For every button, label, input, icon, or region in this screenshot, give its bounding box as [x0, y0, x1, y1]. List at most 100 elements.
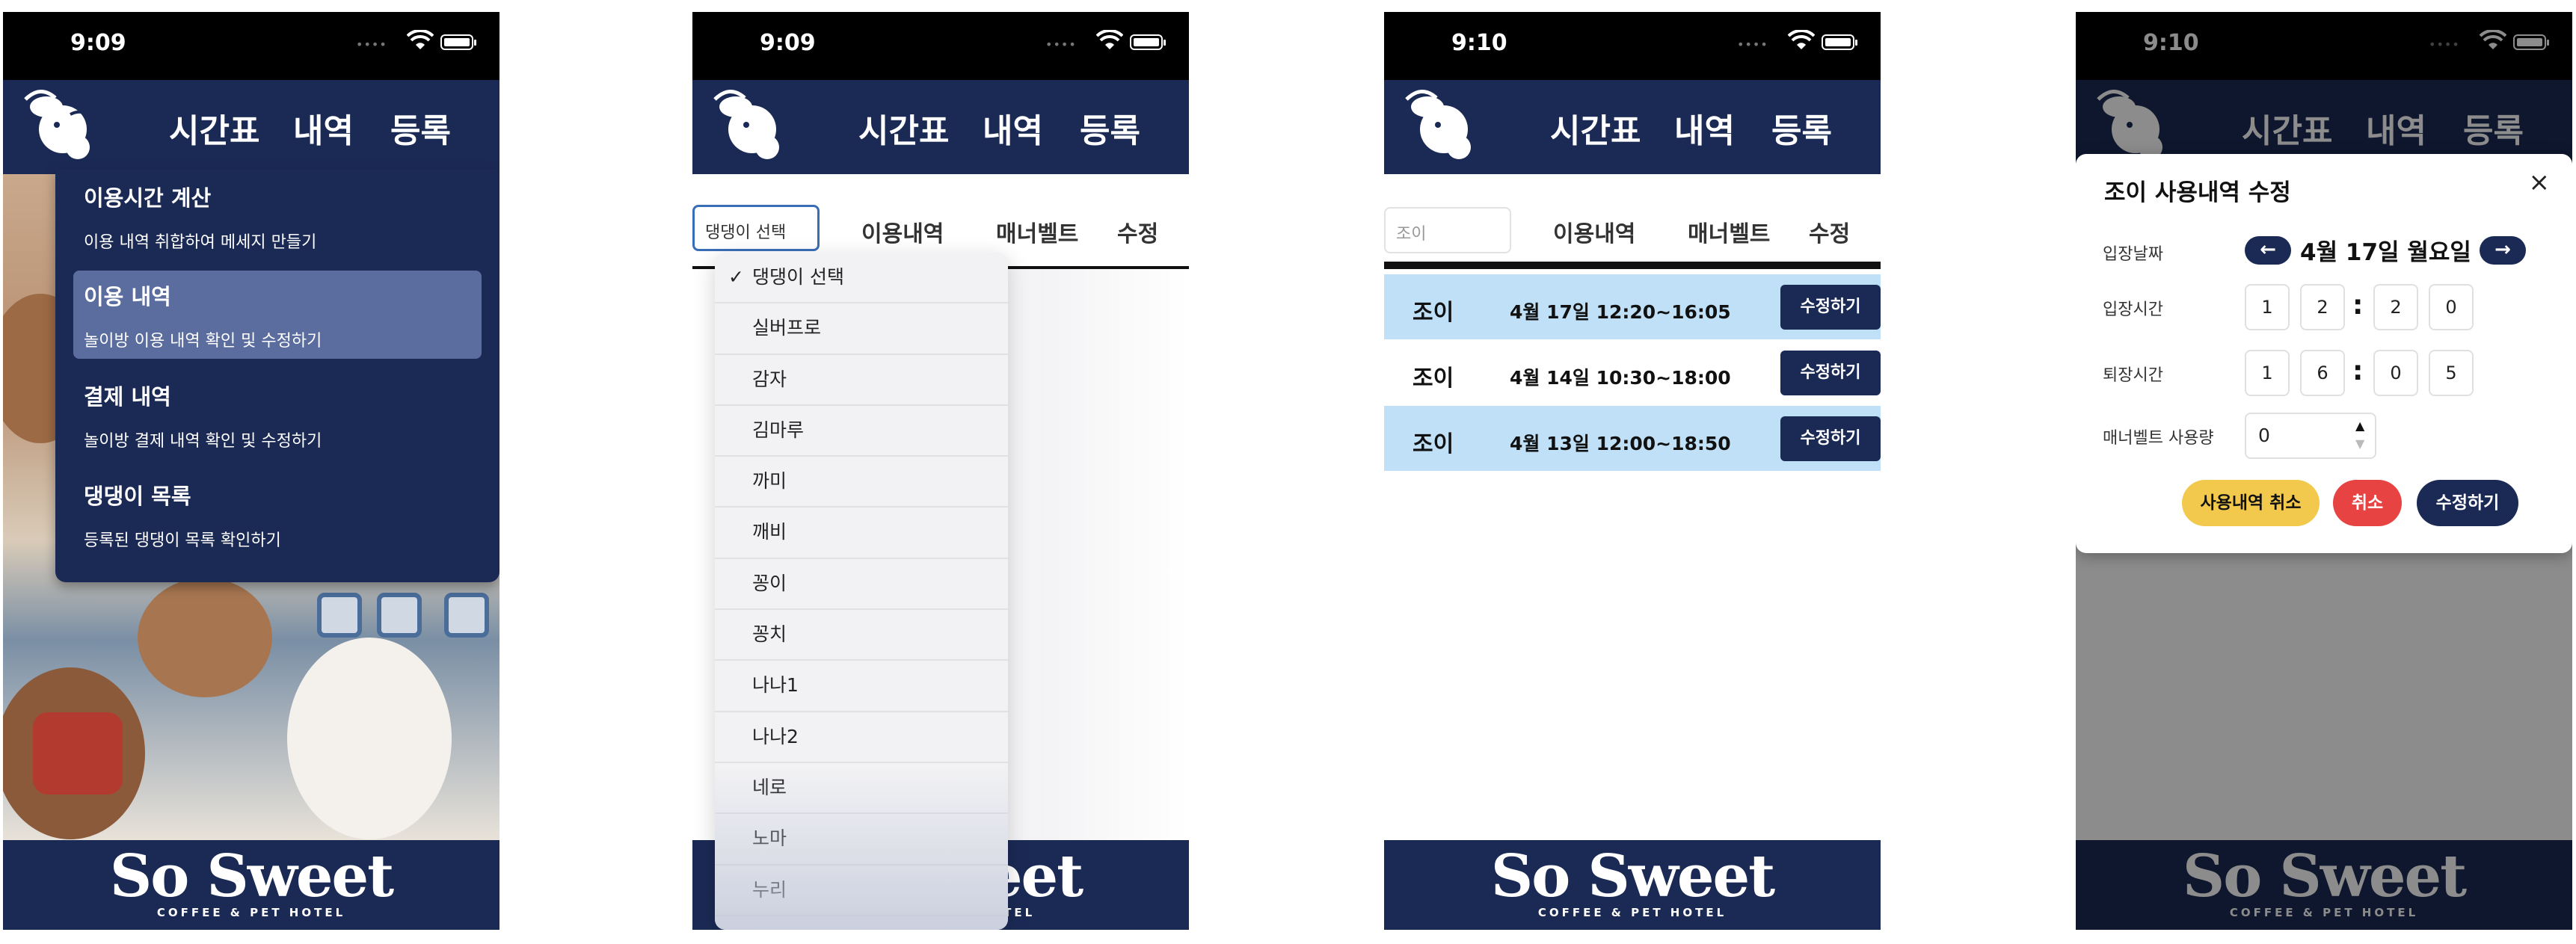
time-colon: : — [2352, 290, 2364, 321]
prev-date-arrow-icon[interactable]: ← — [2245, 236, 2291, 265]
tab-manner-belt[interactable]: 매너벨트 — [996, 215, 1078, 248]
menu-item-dog-list[interactable]: 댕댕이 목록 등록된 댕댕이 목록 확인하기 — [73, 470, 482, 558]
close-icon[interactable]: × — [2529, 167, 2551, 197]
row-date-time: 4월 14일 10:30~18:00 — [1510, 367, 1731, 389]
wifi-icon — [1788, 30, 1815, 49]
status-time: 9:10 — [1451, 30, 1507, 56]
edit-button[interactable]: 수정하기 — [1780, 351, 1881, 395]
menu-item-desc: 놀이방 이용 내역 확인 및 수정하기 — [84, 332, 322, 351]
next-date-arrow-icon[interactable]: → — [2480, 236, 2526, 265]
entry-min-ones[interactable]: 0 — [2429, 284, 2474, 330]
footer-brand: So Sweet COFFEE & PET HOTEL — [1384, 840, 1881, 930]
battery-icon — [1130, 34, 1166, 50]
usage-row: 조이 4월 17일 12:20~16:05 수정하기 — [1384, 274, 1881, 340]
brand-logo: So Sweet — [1490, 842, 1775, 910]
top-navbar: 시간표 내역 등록 — [692, 80, 1189, 174]
screen-menu: 9:09 •••• 시간표 내역 등록 이용시간 계산 이용 내역 취합하여 메… — [3, 12, 499, 930]
menu-item-usage-history[interactable]: 이용 내역 놀이방 이용 내역 확인 및 수정하기 — [73, 271, 482, 359]
exit-min-ones[interactable]: 5 — [2429, 350, 2474, 396]
nav-history[interactable]: 내역 — [1674, 104, 1735, 152]
tab-edit[interactable]: 수정 — [1809, 215, 1850, 248]
picker-option[interactable]: 댕댕이 선택 — [715, 253, 1008, 304]
modal-title: 조이 사용내역 수정 — [2104, 179, 2291, 206]
nav-timetable[interactable]: 시간표 — [1550, 104, 1641, 152]
menu-item-payment-history[interactable]: 결제 내역 놀이방 결제 내역 확인 및 수정하기 — [73, 371, 482, 459]
wifi-icon — [407, 30, 434, 49]
usage-list: 조이 4월 17일 12:20~16:05 수정하기 조이 4월 14일 10:… — [1384, 274, 1881, 472]
screen-dog-picker: 9:09 •••• 시간표 내역 등록 댕댕이 선택 이용내역 매너벨트 수정 … — [692, 12, 1189, 930]
tab-usage-history[interactable]: 이용내역 — [1553, 215, 1635, 248]
battery-icon — [440, 34, 476, 50]
row-date-time: 4월 13일 12:00~18:50 — [1510, 433, 1731, 454]
exit-hour-tens[interactable]: 1 — [2245, 350, 2290, 396]
dog-select[interactable]: 댕댕이 선택 — [692, 205, 820, 251]
picker-option[interactable]: 누리 — [715, 866, 1008, 916]
signal-icon: •••• — [1045, 37, 1077, 52]
exit-min-tens[interactable]: 0 — [2373, 350, 2418, 396]
stepper-arrows-icon[interactable]: ▲ ▼ — [2355, 417, 2364, 453]
exit-hour-ones[interactable]: 6 — [2300, 350, 2345, 396]
nav-register[interactable]: 등록 — [390, 104, 451, 152]
status-bar: 9:09 •••• — [3, 12, 499, 80]
row-dog-name: 조이 — [1413, 431, 1454, 457]
picker-option[interactable]: 깨비 — [715, 508, 1008, 559]
picker-option[interactable]: 노아 — [715, 916, 1008, 931]
usage-row: 조이 4월 14일 10:30~18:00 수정하기 — [1384, 340, 1881, 406]
top-navbar: 시간표 내역 등록 — [1384, 80, 1881, 174]
entry-hour-tens[interactable]: 1 — [2245, 284, 2290, 330]
row-dog-name: 조이 — [1413, 300, 1454, 326]
nav-register[interactable]: 등록 — [1771, 104, 1832, 152]
nav-timetable[interactable]: 시간표 — [858, 104, 949, 152]
menu-item-desc: 이용 내역 취합하여 메세지 만들기 — [84, 233, 317, 252]
nav-register[interactable]: 등록 — [1080, 104, 1140, 152]
picker-option[interactable]: 나나1 — [715, 661, 1008, 712]
tab-manner-belt[interactable]: 매너벨트 — [1688, 215, 1770, 248]
status-time: 9:09 — [70, 30, 126, 56]
edit-button[interactable]: 수정하기 — [1780, 416, 1881, 461]
menu-item-title: 댕댕이 목록 — [84, 484, 191, 509]
picker-option[interactable]: 노마 — [715, 814, 1008, 866]
tab-edit[interactable]: 수정 — [1117, 215, 1158, 248]
dog-search-input[interactable]: 조이 — [1384, 207, 1511, 253]
menu-item-desc: 놀이방 결제 내역 확인 및 수정하기 — [84, 432, 322, 451]
screen-usage-list: 9:10 •••• 시간표 내역 등록 조이 이용내역 매너벨트 수정 조이 4… — [1384, 12, 1881, 930]
manner-belt-label: 매너벨트 사용량 — [2103, 429, 2214, 448]
picker-option[interactable]: 네로 — [715, 763, 1008, 815]
edit-button[interactable]: 수정하기 — [1780, 285, 1881, 330]
nav-history[interactable]: 내역 — [293, 104, 354, 152]
picker-option[interactable]: 감자 — [715, 355, 1008, 406]
picker-option[interactable]: 실버프로 — [715, 303, 1008, 355]
battery-icon — [1822, 34, 1857, 50]
usage-row: 조이 4월 13일 12:00~18:50 수정하기 — [1384, 406, 1881, 472]
menu-item-time-calc[interactable]: 이용시간 계산 이용 내역 취합하여 메세지 만들기 — [73, 172, 482, 260]
chef-dog-logo-icon[interactable] — [1399, 84, 1489, 167]
submit-edit-button[interactable]: 수정하기 — [2417, 480, 2518, 526]
entry-hour-ones[interactable]: 2 — [2300, 284, 2345, 330]
nav-history[interactable]: 내역 — [983, 104, 1043, 152]
history-dropdown-menu: 이용시간 계산 이용 내역 취합하여 메세지 만들기 이용 내역 놀이방 이용 … — [55, 169, 499, 582]
dog-picker-list[interactable]: 댕댕이 선택 실버프로 감자 김마루 까미 깨비 꽁이 꽁치 나나1 나나2 네… — [715, 253, 1008, 930]
edit-usage-modal: 조이 사용내역 수정 × 입장날짜 ← 4월 17일 월요일 → 입장시간 1 … — [2076, 154, 2572, 553]
picker-option[interactable]: 김마루 — [715, 406, 1008, 457]
chef-dog-logo-icon[interactable] — [18, 84, 108, 167]
tab-usage-history[interactable]: 이용내역 — [861, 215, 944, 248]
picker-option[interactable]: 꽁치 — [715, 610, 1008, 661]
menu-item-title: 결제 내역 — [84, 384, 171, 410]
nav-timetable[interactable]: 시간표 — [169, 104, 259, 152]
entry-date-label: 입장날짜 — [2103, 245, 2163, 264]
row-dog-name: 조이 — [1413, 365, 1454, 392]
picker-option[interactable]: 나나2 — [715, 712, 1008, 763]
brand-logo: So Sweet — [109, 842, 394, 910]
entry-time-label: 입장시간 — [2103, 300, 2163, 319]
screen-edit-modal: 9:10 •••• 시간표 내역 등록 So Sweet COFFEE & PE… — [2076, 12, 2572, 930]
entry-min-tens[interactable]: 2 — [2373, 284, 2418, 330]
menu-item-title: 이용 내역 — [84, 284, 171, 309]
exit-time-label: 퇴장시간 — [2103, 366, 2163, 385]
cancel-button[interactable]: 취소 — [2333, 480, 2402, 526]
menu-item-title: 이용시간 계산 — [84, 185, 212, 211]
cancel-usage-button[interactable]: 사용내역 취소 — [2182, 480, 2320, 526]
picker-option[interactable]: 꽁이 — [715, 559, 1008, 611]
signal-icon: •••• — [1737, 37, 1768, 52]
chef-dog-logo-icon[interactable] — [707, 84, 797, 167]
picker-option[interactable]: 까미 — [715, 457, 1008, 508]
